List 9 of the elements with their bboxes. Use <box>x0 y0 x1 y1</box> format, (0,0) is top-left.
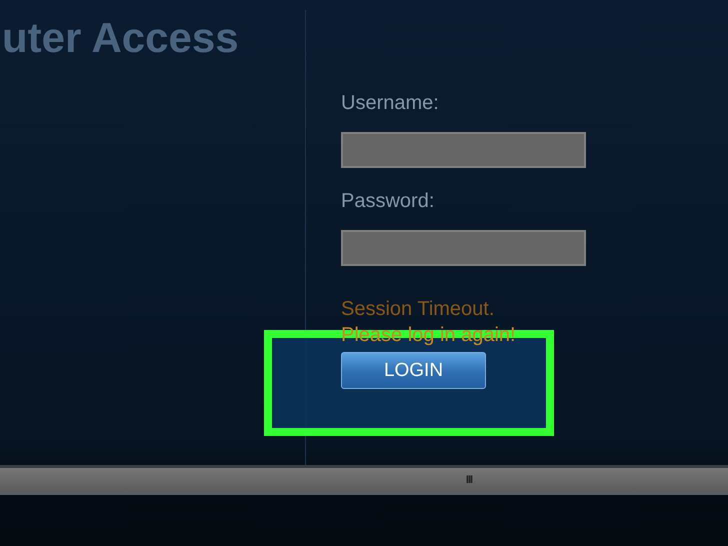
page-title: uter Access <box>2 14 240 62</box>
scrollbar[interactable]: III <box>0 465 728 495</box>
field-label: Password: <box>341 190 434 213</box>
username-field[interactable] <box>341 132 586 168</box>
scrollbar-grip[interactable]: III <box>466 474 472 486</box>
session-message: Session Timeout. <box>341 297 496 322</box>
password-field[interactable] <box>341 230 586 266</box>
login-button[interactable]: LOGIN <box>341 352 486 389</box>
field-label: Username: <box>341 92 439 115</box>
